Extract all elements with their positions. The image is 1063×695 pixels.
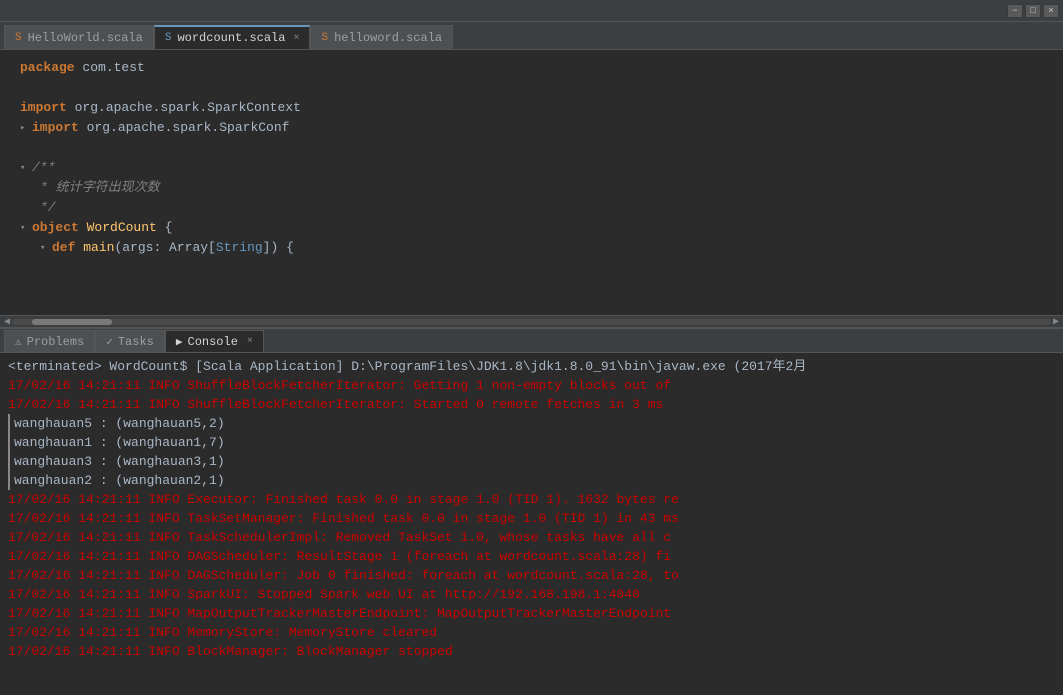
console-tab-close[interactable]: × [247, 336, 253, 347]
console-line-9: 17/02/16 14:21:11 INFO DAGScheduler: Res… [8, 547, 1055, 566]
panel-tab-console[interactable]: ▶ Console × [165, 330, 264, 352]
console-line-7: 17/02/16 14:21:11 INFO TaskSetManager: F… [8, 509, 1055, 528]
editor-scrollbar[interactable]: ◀ ▶ [0, 315, 1063, 327]
console-line-6: 17/02/16 14:21:11 INFO Executor: Finishe… [8, 490, 1055, 509]
console-line-11: 17/02/16 14:21:11 INFO SparkUI: Stopped … [8, 585, 1055, 604]
console-line-4: wanghauan3 : (wanghauan3,1) [14, 452, 1055, 471]
panel-tab-tasks[interactable]: ✓ Tasks [95, 330, 165, 352]
scroll-left-arrow[interactable]: ◀ [2, 316, 12, 328]
console-line-10: 17/02/16 14:21:11 INFO DAGScheduler: Job… [8, 566, 1055, 585]
console-line-5: wanghauan2 : (wanghauan2,1) [14, 471, 1055, 490]
panel-tab-tasks-label: Tasks [118, 335, 154, 349]
maximize-button[interactable]: □ [1025, 4, 1041, 18]
type-string: String [216, 238, 263, 258]
code-line-object: ▾ object WordCount { [0, 218, 1063, 238]
tab-label-2: wordcount.scala [177, 31, 285, 45]
fold-arrow-4[interactable]: ▾ [40, 238, 52, 258]
scrollbar-thumb[interactable] [32, 319, 112, 325]
object-name: WordCount [87, 218, 157, 238]
tab-wordcount[interactable]: S wordcount.scala × [154, 25, 311, 49]
package-name: com.test [82, 58, 144, 78]
console-icon: ▶ [176, 335, 183, 349]
scrollbar-track [12, 319, 1051, 325]
console-line-1: 17/02/16 14:21:11 INFO ShuffleBlockFetch… [8, 395, 1055, 414]
console-line-14: 17/02/16 14:21:11 INFO BlockManager: Blo… [8, 642, 1055, 661]
panel-tab-console-label: Console [188, 335, 238, 349]
tab-hello-world[interactable]: S HelloWorld.scala [4, 25, 154, 49]
keyword-import2: import [32, 118, 79, 138]
blank-line-2 [0, 138, 1063, 158]
panel-tab-problems-label: Problems [27, 335, 85, 349]
code-line-import2: ▸ import org.apache.spark. SparkConf [0, 118, 1063, 138]
wanghauan-block: wanghauan5 : (wanghauan5,2) wanghauan1 :… [8, 414, 1055, 490]
scala-icon-2: S [165, 32, 172, 44]
fold-arrow-2[interactable]: ▾ [20, 158, 32, 178]
fold-arrow-1[interactable]: ▸ [20, 118, 32, 138]
title-bar: − □ × [0, 0, 1063, 22]
problems-icon: ⚠ [15, 335, 22, 349]
console-line-0: 17/02/16 14:21:11 INFO ShuffleBlockFetch… [8, 376, 1055, 395]
code-line-1: package com.test [0, 58, 1063, 78]
window-controls[interactable]: − □ × [1007, 4, 1059, 18]
tab-helloword[interactable]: S helloword.scala [310, 25, 453, 49]
scroll-right-arrow[interactable]: ▶ [1051, 316, 1061, 328]
console-line-2: wanghauan5 : (wanghauan5,2) [14, 414, 1055, 433]
console-area: <terminated> WordCount$ [Scala Applicati… [0, 353, 1063, 695]
code-line-comment-close: */ [0, 198, 1063, 218]
console-terminated-line: <terminated> WordCount$ [Scala Applicati… [8, 357, 1055, 376]
comment-body: * 统计字符出现次数 [40, 178, 160, 198]
code-line-def: ▾ def main (args: Array[ String ]) { [0, 238, 1063, 258]
editor-area: package com.test import org.apache.spark… [0, 50, 1063, 315]
console-line-12: 17/02/16 14:21:11 INFO MapOutputTrackerM… [8, 604, 1055, 623]
keyword-import1: import [20, 98, 67, 118]
console-line-3: wanghauan1 : (wanghauan1,7) [14, 433, 1055, 452]
tab-label-3: helloword.scala [334, 31, 442, 45]
tab-close-icon[interactable]: × [293, 33, 299, 44]
tab-label: HelloWorld.scala [28, 31, 143, 45]
console-line-8: 17/02/16 14:21:11 INFO TaskSchedulerImpl… [8, 528, 1055, 547]
minimize-button[interactable]: − [1007, 4, 1023, 18]
console-line-13: 17/02/16 14:21:11 INFO MemoryStore: Memo… [8, 623, 1055, 642]
scala-icon-3: S [321, 32, 328, 44]
code-line-comment-body: * 统计字符出现次数 [0, 178, 1063, 198]
tasks-icon: ✓ [106, 335, 113, 349]
keyword-def: def [52, 238, 75, 258]
close-button[interactable]: × [1043, 4, 1059, 18]
panel-tab-problems[interactable]: ⚠ Problems [4, 330, 95, 352]
code-line-comment-open: ▾ /** [0, 158, 1063, 178]
keyword-package: package [20, 58, 75, 78]
panel-tab-bar: ⚠ Problems ✓ Tasks ▶ Console × [0, 327, 1063, 353]
code-line-import1: import org.apache.spark. SparkContext [0, 98, 1063, 118]
fold-arrow-3[interactable]: ▾ [20, 218, 32, 238]
scala-icon: S [15, 32, 22, 44]
blank-line-1 [0, 78, 1063, 98]
keyword-object: object [32, 218, 79, 238]
comment-close: */ [40, 198, 56, 218]
comment-open: /** [32, 158, 55, 178]
method-name: main [83, 238, 114, 258]
editor-tab-bar: S HelloWorld.scala S wordcount.scala × S… [0, 22, 1063, 50]
